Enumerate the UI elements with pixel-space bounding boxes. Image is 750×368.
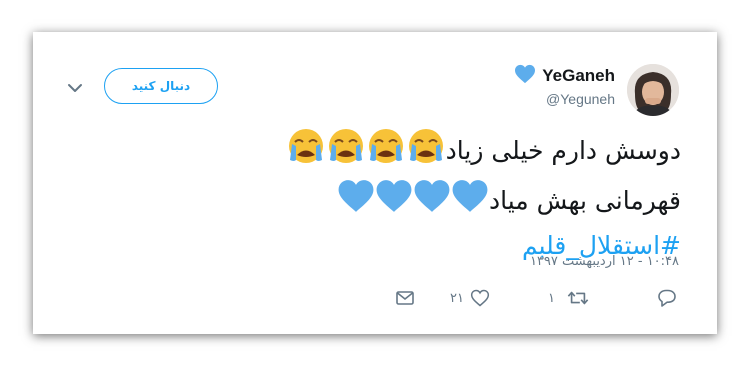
- tweet-timestamp[interactable]: ۱۰:۴۸ - ۱۲ اردیبهشت ۱۳۹۷: [400, 254, 679, 269]
- blue-heart-icon: [337, 178, 375, 226]
- like-button[interactable]: ۲۱: [450, 288, 506, 312]
- crying-face-icon: [286, 126, 326, 178]
- display-name[interactable]: YeGaneh: [455, 64, 615, 88]
- retweet-button[interactable]: ۱: [548, 288, 594, 312]
- reply-bubble-icon: [656, 288, 680, 308]
- heart-icon: [470, 288, 490, 308]
- tweet-line-2-text: قهرمانی بهش میاد: [488, 186, 681, 215]
- like-count: ۲۱: [450, 291, 464, 306]
- crying-face-icon: [406, 126, 446, 178]
- display-name-text: YeGaneh: [542, 66, 615, 85]
- crying-face-emoji-row: [286, 129, 446, 165]
- tweet-line-2: قهرمانی بهش میاد: [161, 178, 681, 226]
- envelope-icon: [395, 288, 417, 308]
- blue-heart-icon: [514, 64, 536, 89]
- blue-heart-icon: [375, 178, 413, 226]
- chevron-down-icon[interactable]: [66, 80, 84, 94]
- tweet-line-1-text: دوسش دارم خیلی زیاد: [445, 136, 681, 165]
- tweet-line-1: دوسش دارم خیلی زیاد: [161, 126, 681, 178]
- blue-heart-icon: [413, 178, 451, 226]
- crying-face-icon: [366, 126, 406, 178]
- retweet-icon: [567, 288, 589, 308]
- message-button[interactable]: [395, 288, 417, 312]
- follow-button[interactable]: دنبال کنید: [104, 68, 218, 104]
- blue-heart-emoji-row: [337, 180, 489, 215]
- blue-heart-icon: [451, 178, 489, 226]
- tweet-text: دوسش دارم خیلی زیاد قهرمانی بهش میاد #اس…: [161, 126, 681, 266]
- user-handle[interactable]: @Yeguneh: [480, 91, 615, 107]
- crying-face-icon: [326, 126, 366, 178]
- retweet-count: ۱: [548, 291, 555, 306]
- avatar[interactable]: [627, 64, 679, 116]
- reply-button[interactable]: [656, 288, 680, 312]
